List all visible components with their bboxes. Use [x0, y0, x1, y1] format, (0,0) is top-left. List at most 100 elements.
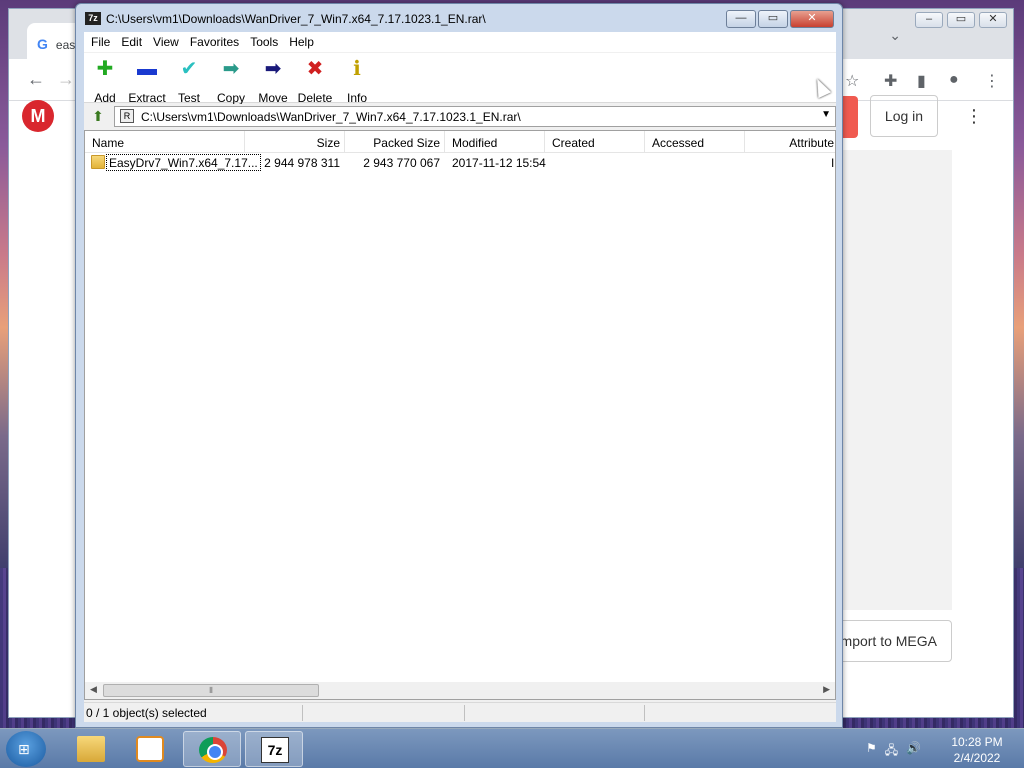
move-button[interactable]: ➡ Move: [252, 57, 294, 105]
taskbar-explorer[interactable]: [62, 731, 120, 767]
check-icon: ✔: [180, 58, 198, 80]
minus-icon: ▬: [137, 58, 157, 80]
status-bar: 0 / 1 object(s) selected: [84, 702, 836, 722]
address-input[interactable]: R C:\Users\vm1\Downloads\WanDriver_7_Win…: [114, 106, 836, 127]
status-divider: [302, 705, 303, 721]
delete-x-icon: ✖: [306, 58, 324, 80]
menu-tools[interactable]: Tools: [246, 32, 285, 52]
extract-button-label: Extract: [128, 91, 166, 105]
list-header: Name Size Packed Size Modified Created A…: [85, 131, 835, 153]
status-text: 0 / 1 object(s) selected: [86, 706, 207, 720]
file-list[interactable]: Name Size Packed Size Modified Created A…: [84, 130, 836, 700]
mega-logo[interactable]: M: [22, 100, 54, 132]
menu-file[interactable]: File: [87, 32, 117, 52]
taskbar-media-player[interactable]: [121, 731, 179, 767]
rar-archive-icon: R: [120, 109, 134, 123]
chrome-minimize-button[interactable]: ‒: [915, 12, 943, 28]
up-folder-icon[interactable]: ⬆: [87, 106, 109, 126]
menu-edit[interactable]: Edit: [117, 32, 149, 52]
column-attributes[interactable]: Attribute: [745, 131, 835, 153]
network-icon[interactable]: 🖧: [885, 741, 898, 762]
move-arrow-icon: ➡: [264, 58, 282, 80]
taskbar: ⊞ 7z ⚑ 🖧 🔊 10:28 PM 2/4/2022: [0, 728, 1024, 768]
test-button-label: Test: [177, 91, 200, 105]
7zip-minimize-button[interactable]: —: [726, 10, 756, 28]
column-modified[interactable]: Modified: [445, 131, 545, 153]
status-divider: [644, 705, 645, 721]
chrome-maximize-button[interactable]: ▭: [947, 12, 975, 28]
file-name[interactable]: EasyDrv7_Win7.x64_7.17...: [106, 154, 261, 171]
chrome-close-button[interactable]: ✕: [979, 12, 1007, 28]
chrome-icon: [199, 737, 227, 763]
taskbar-7zip[interactable]: 7z: [245, 731, 303, 767]
copy-arrow-icon: ➡: [222, 58, 240, 80]
scroll-right-icon[interactable]: ▶: [823, 684, 830, 695]
7zip-icon: 7z: [261, 737, 289, 763]
menu-favorites[interactable]: Favorites: [186, 32, 246, 52]
add-button[interactable]: ✚ Add: [84, 57, 126, 105]
delete-button[interactable]: ✖ Delete: [294, 57, 336, 105]
column-size[interactable]: Size: [245, 131, 345, 153]
file-packed-size: 2 943 770 067: [363, 156, 440, 170]
clock-time: 10:28 PM: [951, 735, 1003, 749]
menu-view[interactable]: View: [149, 32, 186, 52]
side-panel-icon[interactable]: ▮: [917, 71, 926, 91]
file-attributes: I: [831, 156, 835, 170]
column-packed-size[interactable]: Packed Size: [345, 131, 445, 153]
7zip-window-title: C:\Users\vm1\Downloads\WanDriver_7_Win7.…: [106, 12, 486, 26]
mega-more-menu-icon[interactable]: ⋮: [965, 106, 983, 127]
column-accessed[interactable]: Accessed: [645, 131, 745, 153]
7zip-window-controls: — ▭ ✕: [726, 10, 834, 28]
media-player-icon: [136, 736, 164, 762]
info-icon: ℹ: [353, 58, 361, 80]
bookmark-star-icon[interactable]: ☆: [845, 71, 859, 91]
extract-button[interactable]: ▬ Extract: [126, 57, 168, 105]
file-size: 2 944 978 311: [264, 156, 340, 170]
column-created[interactable]: Created: [545, 131, 645, 153]
scrollbar-thumb[interactable]: ⦀: [103, 684, 319, 697]
info-button[interactable]: ℹ Info: [336, 57, 378, 105]
extensions-puzzle-icon[interactable]: ✚: [884, 71, 897, 91]
copy-button-label: Copy: [216, 91, 245, 105]
7zip-window: 7z C:\Users\vm1\Downloads\WanDriver_7_Wi…: [75, 3, 843, 728]
system-tray: ⚑ 🖧 🔊: [866, 741, 921, 762]
start-button[interactable]: ⊞: [6, 731, 46, 767]
file-modified: 2017-11-12 15:54: [452, 156, 546, 170]
mega-login-button[interactable]: Log in: [870, 95, 938, 137]
volume-icon[interactable]: 🔊: [906, 741, 921, 762]
google-icon: G: [37, 36, 48, 52]
7zip-client-area: File Edit View Favorites Tools Help ✚ Ad…: [84, 32, 836, 722]
7zip-maximize-button[interactable]: ▭: [758, 10, 788, 28]
column-name[interactable]: Name: [85, 131, 245, 153]
folder-icon: [91, 155, 105, 169]
test-button[interactable]: ✔ Test: [168, 57, 210, 105]
taskbar-chrome[interactable]: [183, 731, 241, 767]
clock-date: 2/4/2022: [953, 751, 1001, 765]
clock[interactable]: 10:28 PM 2/4/2022: [942, 734, 1012, 766]
menu-bar: File Edit View Favorites Tools Help: [84, 32, 836, 52]
forward-arrow-icon[interactable]: →: [57, 69, 75, 90]
address-path: C:\Users\vm1\Downloads\WanDriver_7_Win7.…: [141, 110, 521, 124]
table-row[interactable]: EasyDrv7_Win7.x64_7.17... 2 944 978 311 …: [85, 153, 835, 173]
chrome-menu-icon[interactable]: ⋮: [984, 71, 1000, 91]
move-button-label: Move: [258, 91, 288, 105]
profile-avatar-icon[interactable]: ●: [949, 71, 959, 89]
tab-search-chevron-icon[interactable]: ⌄: [889, 27, 901, 44]
horizontal-scrollbar[interactable]: ◀ ⦀ ▶: [85, 682, 835, 699]
back-arrow-icon[interactable]: ←: [27, 69, 45, 90]
delete-button-label: Delete: [297, 91, 333, 105]
address-dropdown-icon[interactable]: ▼: [821, 109, 831, 120]
add-button-label: Add: [94, 91, 116, 105]
chrome-tab-title: eas: [55, 38, 76, 52]
menu-help[interactable]: Help: [285, 32, 321, 52]
7zip-app-icon: 7z: [85, 12, 101, 25]
copy-button[interactable]: ➡ Copy: [210, 57, 252, 105]
folder-icon: [77, 736, 105, 762]
address-bar: ⬆ R C:\Users\vm1\Downloads\WanDriver_7_W…: [84, 104, 836, 128]
scroll-left-icon[interactable]: ◀: [90, 684, 97, 695]
windows-logo-icon: ⊞: [18, 741, 30, 757]
flag-icon[interactable]: ⚑: [866, 741, 877, 762]
toolbar: ✚ Add ▬ Extract ✔ Test ➡ Copy ➡ Move ✖ D…: [84, 53, 836, 105]
chrome-window-controls: ‒ ▭ ✕: [915, 12, 1007, 28]
7zip-close-button[interactable]: ✕: [790, 10, 834, 28]
